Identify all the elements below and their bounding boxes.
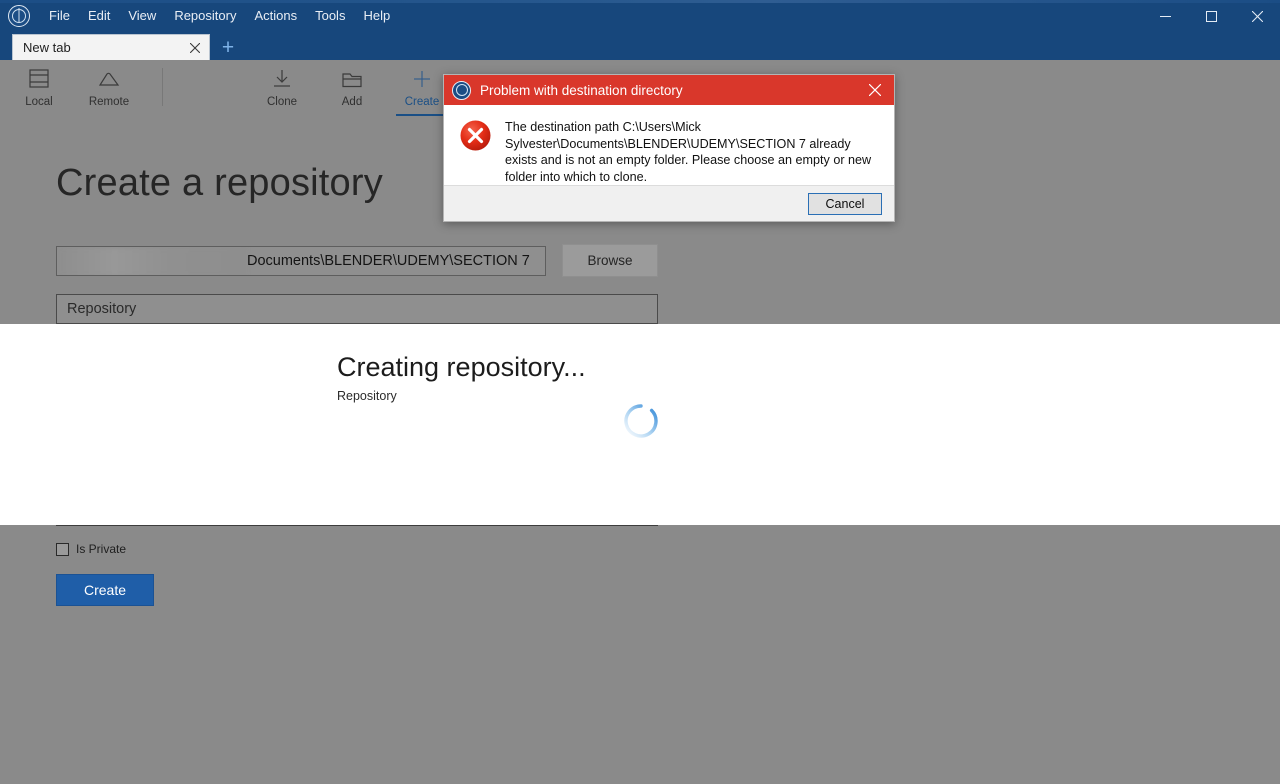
dialog-body: The destination path C:\Users\Mick Sylve… [444, 105, 894, 188]
toolbar-item-local[interactable]: Local [4, 60, 74, 118]
repository-name-placeholder: Repository [67, 301, 137, 317]
progress-subtitle: Repository [337, 389, 397, 403]
menu-item-help[interactable]: Help [354, 0, 399, 32]
maximize-icon[interactable] [1188, 0, 1234, 32]
toolbar-item-remote[interactable]: Remote [74, 60, 144, 118]
dialog-titlebar: Problem with destination directory [444, 75, 894, 105]
app-logo-icon [452, 80, 471, 100]
loading-spinner-icon [622, 402, 660, 440]
destination-path-row: Documents\BLENDER\UDEMY\SECTION 7 Browse [56, 244, 658, 277]
is-private-label: Is Private [76, 542, 127, 556]
is-private-row[interactable]: Is Private [56, 542, 126, 556]
menu-item-file[interactable]: File [40, 0, 79, 32]
menu-item-view[interactable]: View [119, 0, 165, 32]
destination-path-value: Documents\BLENDER\UDEMY\SECTION 7 [247, 253, 530, 269]
error-circle-icon [459, 119, 492, 152]
toolbar-label: Remote [88, 96, 130, 108]
tab-label: New tab [23, 40, 71, 55]
tab-new-tab[interactable]: New tab [12, 34, 210, 60]
menu-item-edit[interactable]: Edit [79, 0, 119, 32]
progress-title: Creating repository... [337, 352, 586, 382]
window-controls [1142, 0, 1280, 32]
menu-item-actions[interactable]: Actions [245, 0, 306, 32]
menu-bar: File Edit View Repository Actions Tools … [40, 0, 399, 32]
toolbar-label: Create [404, 96, 440, 108]
app-logo-icon [8, 5, 30, 27]
dialog-title: Problem with destination directory [480, 82, 683, 98]
toolbar-separator [162, 68, 163, 106]
toolbar-item-clone[interactable]: Clone [247, 60, 317, 118]
application-window: File Edit View Repository Actions Tools … [0, 0, 1280, 784]
plus-icon[interactable]: + [216, 35, 240, 59]
dialog-message: The destination path C:\Users\Mick Sylve… [505, 120, 872, 184]
toolbar-label: Add [341, 96, 363, 108]
minimize-icon[interactable] [1142, 0, 1188, 32]
window-titlebar: File Edit View Repository Actions Tools … [0, 0, 1280, 32]
active-indicator [396, 114, 448, 116]
cloud-icon [96, 67, 122, 91]
folder-add-icon [339, 67, 365, 91]
clone-download-icon [269, 67, 295, 91]
destination-path-input[interactable]: Documents\BLENDER\UDEMY\SECTION 7 [56, 246, 546, 276]
repository-name-input[interactable]: Repository [56, 294, 658, 324]
browse-button[interactable]: Browse [562, 244, 658, 277]
redacted-path-prefix [58, 248, 246, 275]
menu-item-repository[interactable]: Repository [165, 0, 245, 32]
create-button[interactable]: Create [56, 574, 154, 606]
tab-strip: New tab + [0, 32, 1280, 60]
close-icon[interactable] [1234, 0, 1280, 32]
is-private-checkbox[interactable] [56, 542, 69, 556]
toolbar-label: Local [25, 96, 53, 108]
toolbar-label: Clone [266, 96, 298, 108]
toolbar-item-add[interactable]: Add [317, 60, 387, 118]
close-icon[interactable] [184, 37, 206, 59]
cancel-button[interactable]: Cancel [808, 192, 882, 215]
plus-icon [409, 67, 435, 91]
error-dialog: Problem with destination directory The d… [443, 74, 895, 222]
window-top-edge [0, 0, 1280, 3]
local-repository-icon [26, 67, 52, 91]
page-title: Create a repository [56, 162, 383, 204]
menu-item-tools[interactable]: Tools [306, 0, 354, 32]
dialog-footer: Cancel [444, 185, 894, 221]
progress-overlay: Creating repository... Repository [0, 324, 1280, 525]
close-icon[interactable] [856, 75, 894, 105]
